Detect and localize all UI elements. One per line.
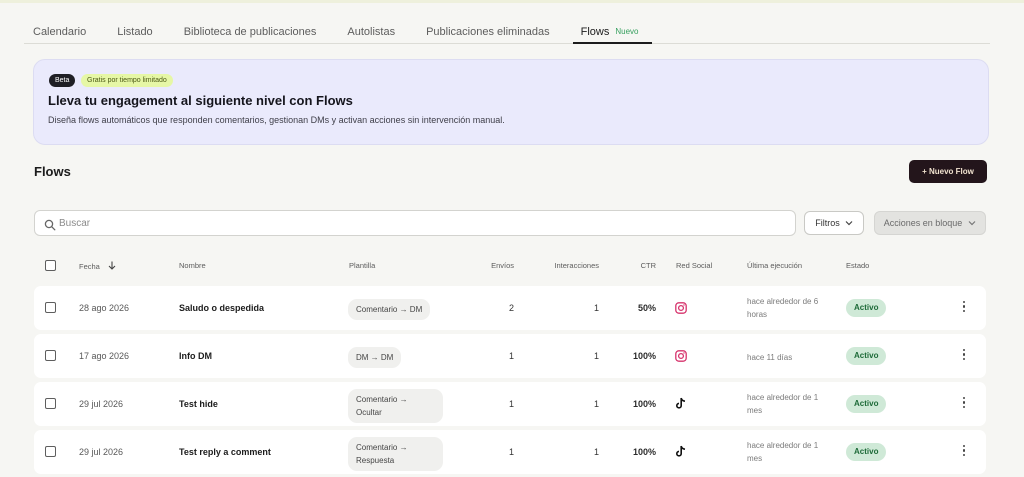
tab-flows[interactable]: Flows Nuevo [572, 20, 653, 44]
template-chip: Comentario → Respuesta [348, 437, 443, 471]
tab-publicaciones-eliminadas[interactable]: Publicaciones eliminadas [426, 20, 550, 43]
column-header-social: Red Social [676, 261, 713, 270]
tab-listado[interactable]: Listado [117, 20, 152, 43]
row-last-run: hace alrededor de 1 mes [747, 393, 819, 415]
more-options-icon[interactable] [958, 299, 970, 317]
row-sends: 1 [508, 447, 514, 457]
row-interactions: 1 [593, 399, 599, 409]
table-row[interactable]: 29 jul 2026 Test reply a comment Comenta… [34, 430, 986, 474]
search-icon [44, 218, 56, 231]
row-ctr: 100% [632, 399, 656, 409]
new-flow-button[interactable]: + Nuevo Flow [909, 160, 987, 183]
promo-banner: Beta Gratis por tiempo limitado Lleva tu… [33, 59, 989, 145]
row-sends: 1 [508, 351, 514, 361]
status-badge: Activo [846, 347, 887, 365]
row-last-run: hace alrededor de 1 mes [747, 441, 819, 463]
more-options-icon[interactable] [958, 347, 970, 365]
instagram-icon [675, 349, 689, 363]
template-chip: Comentario → DM [348, 299, 431, 320]
free-limited-badge: Gratis por tiempo limitado [81, 74, 173, 87]
column-header-interactions: Interacciones [554, 261, 599, 270]
tab-calendario[interactable]: Calendario [33, 20, 86, 43]
chevron-down-icon [968, 221, 976, 226]
row-checkbox[interactable] [45, 398, 56, 409]
more-options-icon[interactable] [958, 443, 970, 461]
column-header-ctr: CTR [640, 261, 656, 270]
sort-down-arrow-icon [108, 261, 116, 270]
row-checkbox[interactable] [45, 350, 56, 361]
top-accent-line [0, 0, 1024, 3]
row-date: 17 ago 2026 [79, 351, 130, 361]
row-name[interactable]: Saludo o despedida [179, 303, 264, 313]
filters-label: Filtros [815, 218, 840, 228]
column-header-template: Plantilla [349, 261, 376, 270]
banner-description: Diseña flows automáticos que responden c… [48, 115, 505, 125]
template-chip: Comentario → Ocultar [348, 389, 443, 423]
table-row[interactable]: 29 jul 2026 Test hide Comentario → Ocult… [34, 382, 986, 426]
row-last-run: hace alrededor de 6 horas [747, 297, 819, 319]
row-ctr: 100% [632, 351, 656, 361]
column-header-name: Nombre [179, 261, 206, 270]
search-input[interactable] [59, 214, 779, 232]
status-badge: Activo [846, 443, 887, 461]
template-chip: DM → DM [348, 347, 402, 368]
status-badge: Activo [846, 299, 887, 317]
bulk-actions-label: Acciones en bloque [883, 218, 963, 228]
row-date: 29 jul 2026 [79, 399, 124, 409]
row-ctr: 50% [637, 303, 656, 313]
search-box [34, 210, 796, 236]
row-checkbox[interactable] [45, 302, 56, 313]
page-title: Flows [34, 164, 71, 179]
row-name[interactable]: Info DM [179, 351, 212, 361]
table-row[interactable]: 28 ago 2026 Saludo o despedida Comentari… [34, 286, 986, 330]
row-checkbox[interactable] [45, 446, 56, 457]
tab-autolistas[interactable]: Autolistas [347, 20, 395, 43]
row-interactions: 1 [593, 351, 599, 361]
row-date: 29 jul 2026 [79, 447, 124, 457]
column-date-label: Fecha [79, 262, 100, 271]
new-badge: Nuevo [615, 27, 639, 36]
chevron-down-icon [845, 221, 853, 226]
column-header-status: Estado [846, 261, 870, 270]
row-last-run: hace 11 días [747, 353, 793, 362]
row-name[interactable]: Test reply a comment [179, 447, 271, 457]
row-sends: 1 [508, 399, 514, 409]
beta-badge: Beta [49, 74, 76, 87]
table-row[interactable]: 17 ago 2026 Info DM DM → DM 1 1 100% hac… [34, 334, 986, 378]
more-options-icon[interactable] [958, 395, 970, 413]
row-ctr: 100% [632, 447, 656, 457]
column-header-date[interactable]: Fecha [79, 261, 116, 271]
instagram-icon [675, 301, 689, 315]
tiktok-icon [675, 397, 689, 411]
row-date: 28 ago 2026 [79, 303, 130, 313]
tab-flows-label: Flows [580, 26, 610, 38]
row-sends: 2 [508, 303, 514, 313]
row-interactions: 1 [593, 447, 599, 457]
filters-button[interactable]: Filtros [804, 211, 864, 235]
tab-bar: Calendario Listado Biblioteca de publica… [24, 20, 990, 44]
row-name[interactable]: Test hide [179, 399, 218, 409]
status-badge: Activo [846, 395, 887, 413]
tiktok-icon [675, 445, 689, 459]
column-header-sends: Envíos [491, 261, 514, 270]
bulk-actions-button[interactable]: Acciones en bloque [874, 211, 986, 235]
tab-biblioteca[interactable]: Biblioteca de publicaciones [184, 20, 317, 43]
table-header: Fecha Nombre Plantilla Envíos Interaccio… [34, 257, 986, 275]
row-interactions: 1 [593, 303, 599, 313]
select-all-checkbox[interactable] [45, 260, 56, 271]
column-header-last-run: Última ejecución [747, 261, 803, 270]
banner-title: Lleva tu engagement al siguiente nivel c… [48, 93, 353, 108]
